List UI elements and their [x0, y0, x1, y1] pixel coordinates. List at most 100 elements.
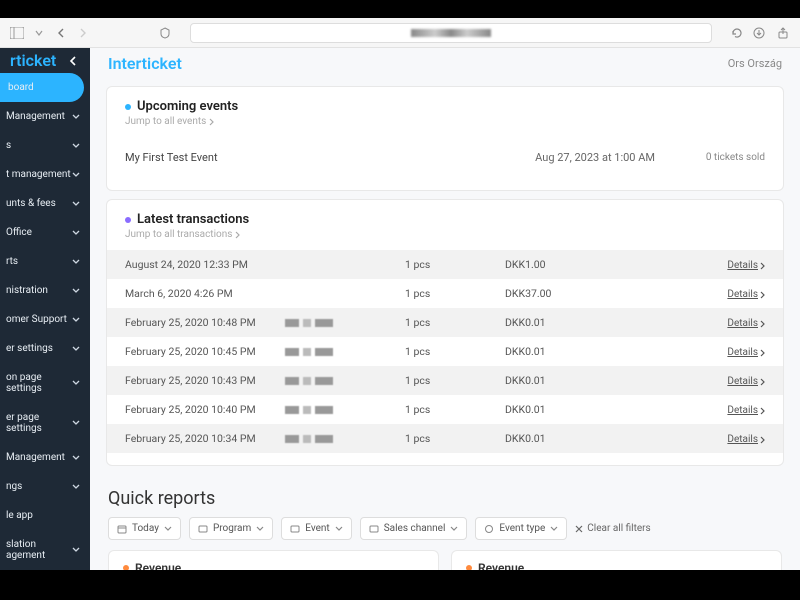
sidebar-item[interactable]: er page settings — [0, 403, 90, 443]
transaction-row: February 25, 2020 10:48 PM1 pcsDKK0.01De… — [107, 308, 783, 337]
transaction-row: August 24, 2020 12:33 PM1 pcsDKK1.00Deta… — [107, 250, 783, 279]
transaction-date: March 6, 2020 4:26 PM — [125, 287, 285, 300]
transaction-qty: 1 pcs — [405, 287, 505, 300]
transaction-qty: 1 pcs — [405, 258, 505, 271]
chevron-down-icon — [450, 526, 458, 532]
filter-program[interactable]: Program — [189, 517, 273, 540]
sidebar-item[interactable]: on page settings — [0, 363, 90, 403]
transaction-details-link[interactable]: Details — [727, 260, 765, 271]
transaction-details-link[interactable]: Details — [727, 289, 765, 300]
sidebar-item[interactable]: er settings — [0, 334, 90, 363]
calendar-icon — [117, 524, 127, 534]
sidebar-toggle-icon[interactable] — [10, 26, 24, 40]
sidebar-item-label: unts & fees — [6, 198, 56, 209]
latest-transactions-panel: Latest transactions Jump to all transact… — [106, 199, 784, 466]
redacted-text — [285, 347, 405, 357]
sidebar-item-label: le app — [6, 510, 33, 521]
sidebar-item[interactable]: rts — [0, 247, 90, 276]
transaction-date: February 25, 2020 10:48 PM — [125, 316, 285, 329]
filter-event[interactable]: Event — [281, 517, 351, 540]
sidebar-item-label: omer Support — [6, 314, 67, 325]
transaction-qty: 1 pcs — [405, 345, 505, 358]
jump-to-transactions-link[interactable]: Jump to all transactions — [125, 229, 765, 240]
sidebar: rticket boardManagementst managementunts… — [0, 48, 90, 570]
chevron-down-icon — [72, 420, 80, 426]
share-icon[interactable] — [776, 26, 790, 40]
jump-to-events-link[interactable]: Jump to all events — [125, 116, 765, 127]
event-name: My First Test Event — [125, 151, 475, 164]
transaction-date: February 25, 2020 10:43 PM — [125, 374, 285, 387]
dot-icon — [125, 217, 131, 223]
tag-icon — [198, 524, 208, 534]
transaction-details-link[interactable]: Details — [727, 347, 765, 358]
sidebar-item-label: board — [8, 82, 34, 93]
filter-event-type[interactable]: Event type — [475, 517, 567, 540]
main-content: Interticket Ors Ország Upcoming events J… — [90, 48, 800, 570]
sidebar-item-label: er settings — [6, 343, 53, 354]
chevron-down-icon — [72, 143, 80, 149]
address-bar[interactable] — [190, 23, 712, 43]
transaction-qty: 1 pcs — [405, 403, 505, 416]
transaction-date: February 25, 2020 10:40 PM — [125, 403, 285, 416]
transaction-row: February 25, 2020 10:45 PM 1 pcsDKK0.01 De… — [107, 337, 783, 366]
filter-sales-channel[interactable]: Sales channel — [360, 517, 468, 540]
revenue-card: Revenue — [108, 550, 439, 570]
transaction-row: March 6, 2020 4:26 PM 1 pcsDKK37.00 Detail… — [107, 279, 783, 308]
redacted-text — [285, 434, 405, 444]
sidebar-item[interactable]: ngs — [0, 472, 90, 501]
circle-icon — [484, 524, 494, 534]
sidebar-item[interactable]: t management — [0, 160, 90, 189]
redacted-text — [285, 318, 405, 328]
sidebar-item[interactable]: slation agement — [0, 530, 90, 570]
redacted-text — [285, 376, 405, 386]
sidebar-item-label: er page settings — [6, 412, 72, 434]
transaction-details-link[interactable]: Details — [727, 405, 765, 416]
transaction-date: February 25, 2020 10:45 PM — [125, 345, 285, 358]
transaction-details-link[interactable]: Details — [727, 376, 765, 387]
transaction-amount: DKK37.00 — [505, 287, 705, 300]
sidebar-item[interactable]: unts & fees — [0, 189, 90, 218]
download-icon[interactable] — [752, 26, 766, 40]
sidebar-item[interactable]: board — [0, 73, 84, 102]
sidebar-item-label: Management — [6, 111, 65, 122]
sidebar-item[interactable]: omer Support — [0, 305, 90, 334]
sidebar-item[interactable]: Office — [0, 218, 90, 247]
sidebar-item-label: Management — [6, 452, 65, 463]
chevron-down-icon — [72, 346, 80, 352]
chevron-down-icon — [72, 172, 80, 178]
sidebar-item-label: s — [6, 140, 11, 151]
sidebar-item[interactable]: Management — [0, 102, 90, 131]
back-icon[interactable] — [54, 26, 68, 40]
refresh-icon[interactable] — [730, 26, 744, 40]
transaction-date: August 24, 2020 12:33 PM — [125, 258, 285, 271]
shield-icon[interactable] — [158, 26, 172, 40]
sidebar-item[interactable]: nistration — [0, 276, 90, 305]
chevron-down-icon — [72, 380, 80, 386]
transaction-amount: DKK0.01 — [505, 345, 705, 358]
chevron-down-icon — [72, 114, 80, 120]
sidebar-item-label: slation agement — [6, 539, 45, 561]
sidebar-item-label: ngs — [6, 481, 22, 492]
transaction-amount: DKK0.01 — [505, 316, 705, 329]
filter-today[interactable]: Today — [108, 517, 181, 540]
chevron-down-icon — [72, 259, 80, 265]
sidebar-item-label: on page settings — [6, 372, 72, 394]
collapse-sidebar-icon[interactable] — [66, 54, 80, 68]
chevron-down-icon — [72, 484, 80, 490]
event-row[interactable]: My First Test EventAug 27, 2023 at 1:00 … — [107, 137, 783, 178]
clear-all-filters[interactable]: Clear all filters — [575, 523, 650, 534]
transaction-details-link[interactable]: Details — [727, 318, 765, 329]
transaction-details-link[interactable]: Details — [727, 434, 765, 445]
transaction-date: February 25, 2020 10:34 PM — [125, 432, 285, 445]
transaction-row: February 25, 2020 10:43 PM1 pcsDKK0.01De… — [107, 366, 783, 395]
sidebar-item[interactable]: Management — [0, 443, 90, 472]
user-name[interactable]: Ors Ország — [728, 57, 782, 70]
dropdown-icon[interactable] — [32, 26, 46, 40]
transaction-amount: DKK0.01 — [505, 432, 705, 445]
chevron-down-icon — [256, 526, 264, 532]
sidebar-item[interactable]: s — [0, 131, 90, 160]
forward-icon[interactable] — [76, 26, 90, 40]
sidebar-item[interactable]: le app — [0, 501, 90, 530]
chevron-down-icon — [335, 526, 343, 532]
browser-toolbar — [0, 18, 800, 48]
